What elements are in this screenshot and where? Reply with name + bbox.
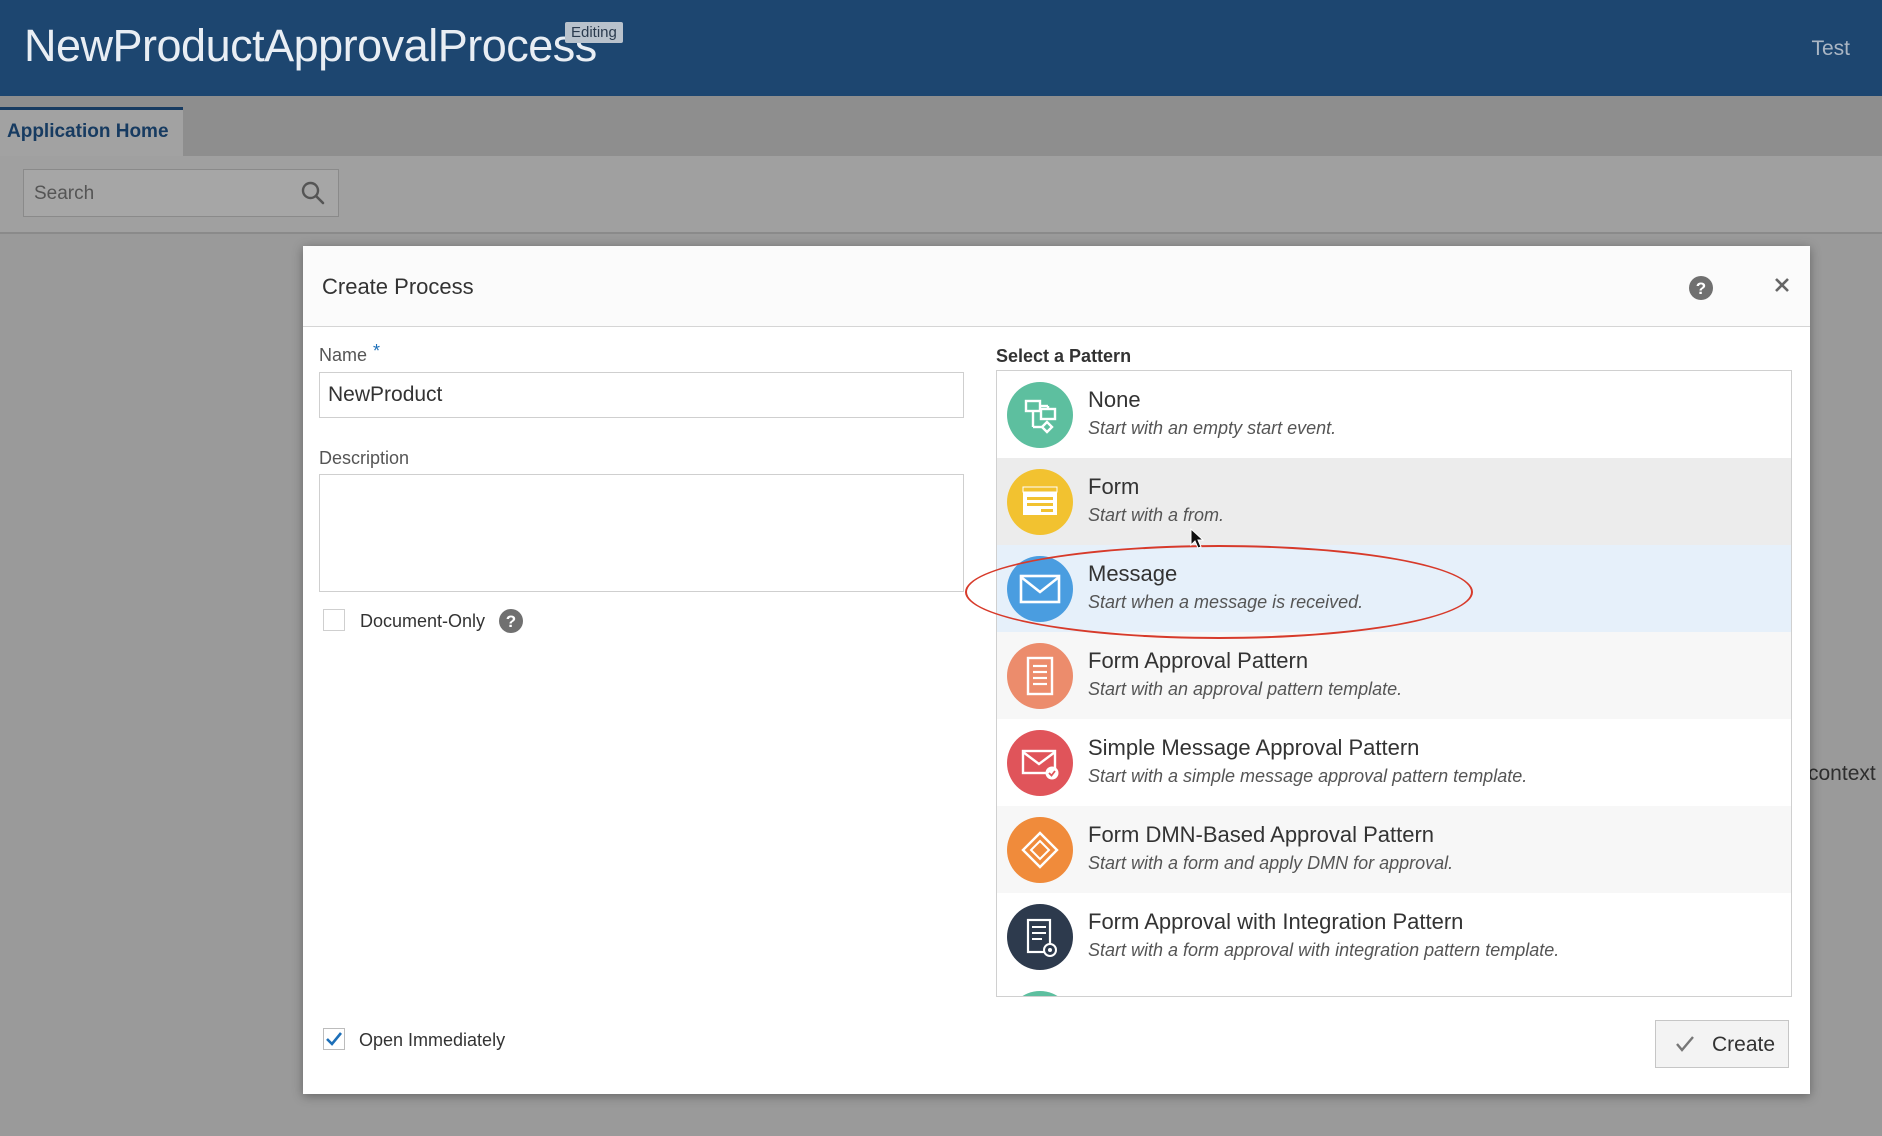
pattern-item-form-approval-integration[interactable]: Form Approval with Integration Pattern S…: [997, 893, 1791, 980]
app-header: NewProductApprovalProcess Editing Test: [0, 0, 1882, 96]
pattern-list[interactable]: None Start with an empty start event. Fo…: [996, 370, 1792, 997]
pattern-title: Form Approval Pattern: [1088, 648, 1309, 673]
document-only-help-icon[interactable]: ?: [498, 608, 524, 639]
document-gear-icon: [1007, 904, 1073, 970]
form-icon: [1007, 469, 1073, 535]
flow-diagram-icon: [1007, 382, 1073, 448]
pattern-item-form[interactable]: Form Start with a from.: [997, 458, 1791, 545]
close-icon[interactable]: [1771, 274, 1793, 301]
open-immediately-checkbox[interactable]: [323, 1028, 345, 1050]
tab-application-home[interactable]: Application Home: [0, 107, 183, 156]
open-immediately-label: Open Immediately: [359, 1030, 506, 1050]
create-button-label: Create: [1712, 1033, 1776, 1056]
search-input[interactable]: [32, 170, 296, 218]
user-menu[interactable]: Test: [1811, 37, 1850, 61]
partial-pattern-icon: [1007, 991, 1073, 996]
description-field[interactable]: [319, 474, 964, 592]
search-row: [0, 156, 1882, 234]
envelope-check-icon: [1007, 730, 1073, 796]
pattern-item-simple-message-approval[interactable]: Simple Message Approval Pattern Start wi…: [997, 719, 1791, 806]
name-field[interactable]: [319, 372, 964, 418]
app-title: NewProductApprovalProcess: [24, 20, 597, 71]
required-indicator: *: [373, 341, 381, 361]
pattern-title: Form DMN-Based Approval Pattern: [1088, 822, 1435, 847]
svg-text:?: ?: [506, 612, 516, 631]
pattern-title: Form Approval with Integration Pattern: [1088, 909, 1464, 934]
search-box: [23, 169, 339, 218]
description-label: Description: [319, 448, 410, 468]
checkmark-icon: [1676, 1036, 1694, 1052]
pattern-description: Start with a form approval with integrat…: [1088, 940, 1560, 960]
pattern-description: Start with a form and apply DMN for appr…: [1088, 853, 1454, 873]
pattern-title: Simple Message Approval Pattern: [1088, 735, 1420, 760]
name-label-text: Name: [319, 345, 368, 365]
pattern-item-partial: [997, 980, 1791, 996]
diamond-decision-icon: [1007, 817, 1073, 883]
create-process-dialog: Create Process ? Name* Description Docum…: [303, 246, 1810, 1094]
svg-text:?: ?: [1696, 279, 1706, 298]
pattern-description: Start with an approval pattern template.: [1088, 679, 1403, 699]
pattern-item-form-approval[interactable]: Form Approval Pattern Start with an appr…: [997, 632, 1791, 719]
search-icon[interactable]: [300, 180, 326, 211]
help-icon[interactable]: ?: [1688, 275, 1714, 306]
pattern-item-none[interactable]: None Start with an empty start event.: [997, 371, 1791, 458]
name-label: Name *: [319, 341, 380, 366]
pattern-heading: Select a Pattern: [996, 346, 1132, 366]
status-badge: Editing: [565, 22, 623, 43]
pattern-description: Start with an empty start event.: [1088, 418, 1337, 438]
tab-strip: Application Home: [0, 96, 1882, 156]
annotation-highlight-oval: [965, 545, 1473, 639]
background-context-text: context: [1808, 762, 1876, 785]
dialog-title: Create Process: [322, 274, 474, 299]
pattern-description: Start with a from.: [1088, 505, 1225, 525]
pattern-item-form-dmn-approval[interactable]: Form DMN-Based Approval Pattern Start wi…: [997, 806, 1791, 893]
pattern-description: Start with a simple message approval pat…: [1088, 766, 1528, 786]
pattern-title: Form: [1088, 474, 1140, 499]
document-list-icon: [1007, 643, 1073, 709]
create-button[interactable]: Create: [1655, 1020, 1789, 1068]
dialog-header: Create Process ?: [303, 246, 1810, 327]
document-only-checkbox[interactable]: [323, 609, 345, 631]
pattern-title: None: [1088, 387, 1141, 412]
mouse-cursor-icon: [1190, 527, 1206, 555]
document-only-label: Document-Only: [360, 611, 486, 631]
